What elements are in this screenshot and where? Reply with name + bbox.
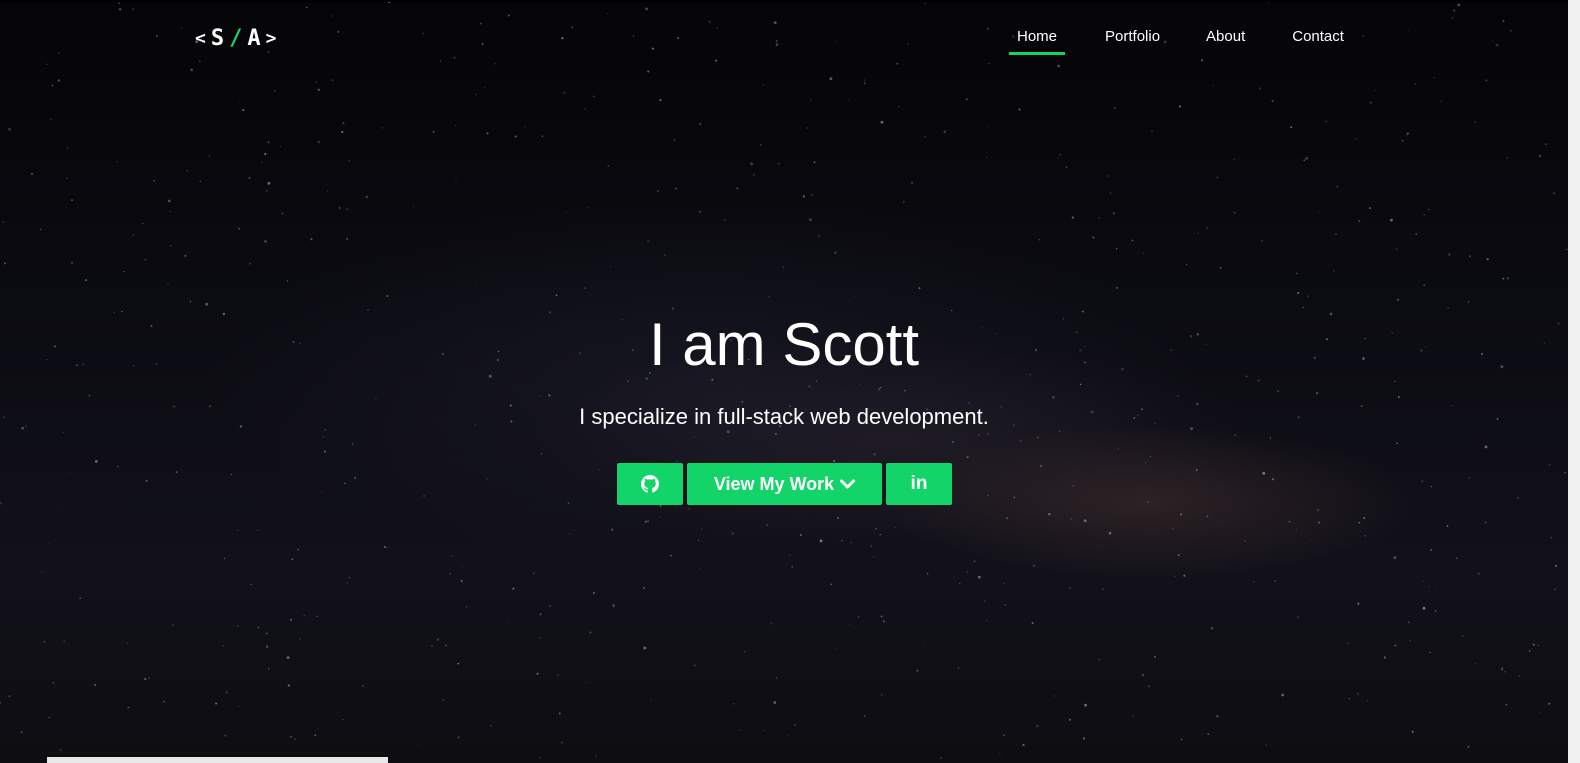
nav-item-label: Contact [1292,28,1344,45]
linkedin-icon: in [910,473,928,494]
logo-right-angle: > [265,28,278,49]
main-nav: Home Portfolio About Contact [1000,26,1344,59]
hero-title: I am Scott [648,311,920,378]
linkedin-button[interactable]: in [886,463,952,505]
nav-item-portfolio[interactable]: Portfolio [1105,26,1160,59]
vertical-scrollbar[interactable] [1568,0,1580,763]
nav-item-about[interactable]: About [1206,26,1245,59]
nav-item-home[interactable]: Home [1009,26,1066,59]
view-my-work-label: View My Work [713,473,835,494]
hero-subtitle: I specialize in full-stack web developme… [579,404,989,429]
chevron-down-icon [840,479,856,490]
github-icon [641,475,659,493]
site-logo[interactable]: < S / A > [195,26,277,51]
hero-section: < S / A > Home Portfolio About Contact I… [0,2,1568,763]
horizontal-scrollbar[interactable] [47,757,388,763]
nav-item-label: About [1206,28,1246,45]
starfield-background [0,2,1568,761]
nav-item-label: Portfolio [1105,28,1161,45]
view-my-work-button[interactable]: View My Work [687,463,882,505]
logo-letter-s: S [210,26,226,51]
logo-letter-a: A [247,26,262,51]
github-button[interactable] [617,463,683,505]
logo-left-angle: < [195,28,207,49]
nav-item-label: Home [1017,28,1058,45]
nav-item-contact[interactable]: Contact [1292,26,1344,59]
logo-slash: / [229,26,244,51]
active-nav-indicator [1009,52,1066,55]
